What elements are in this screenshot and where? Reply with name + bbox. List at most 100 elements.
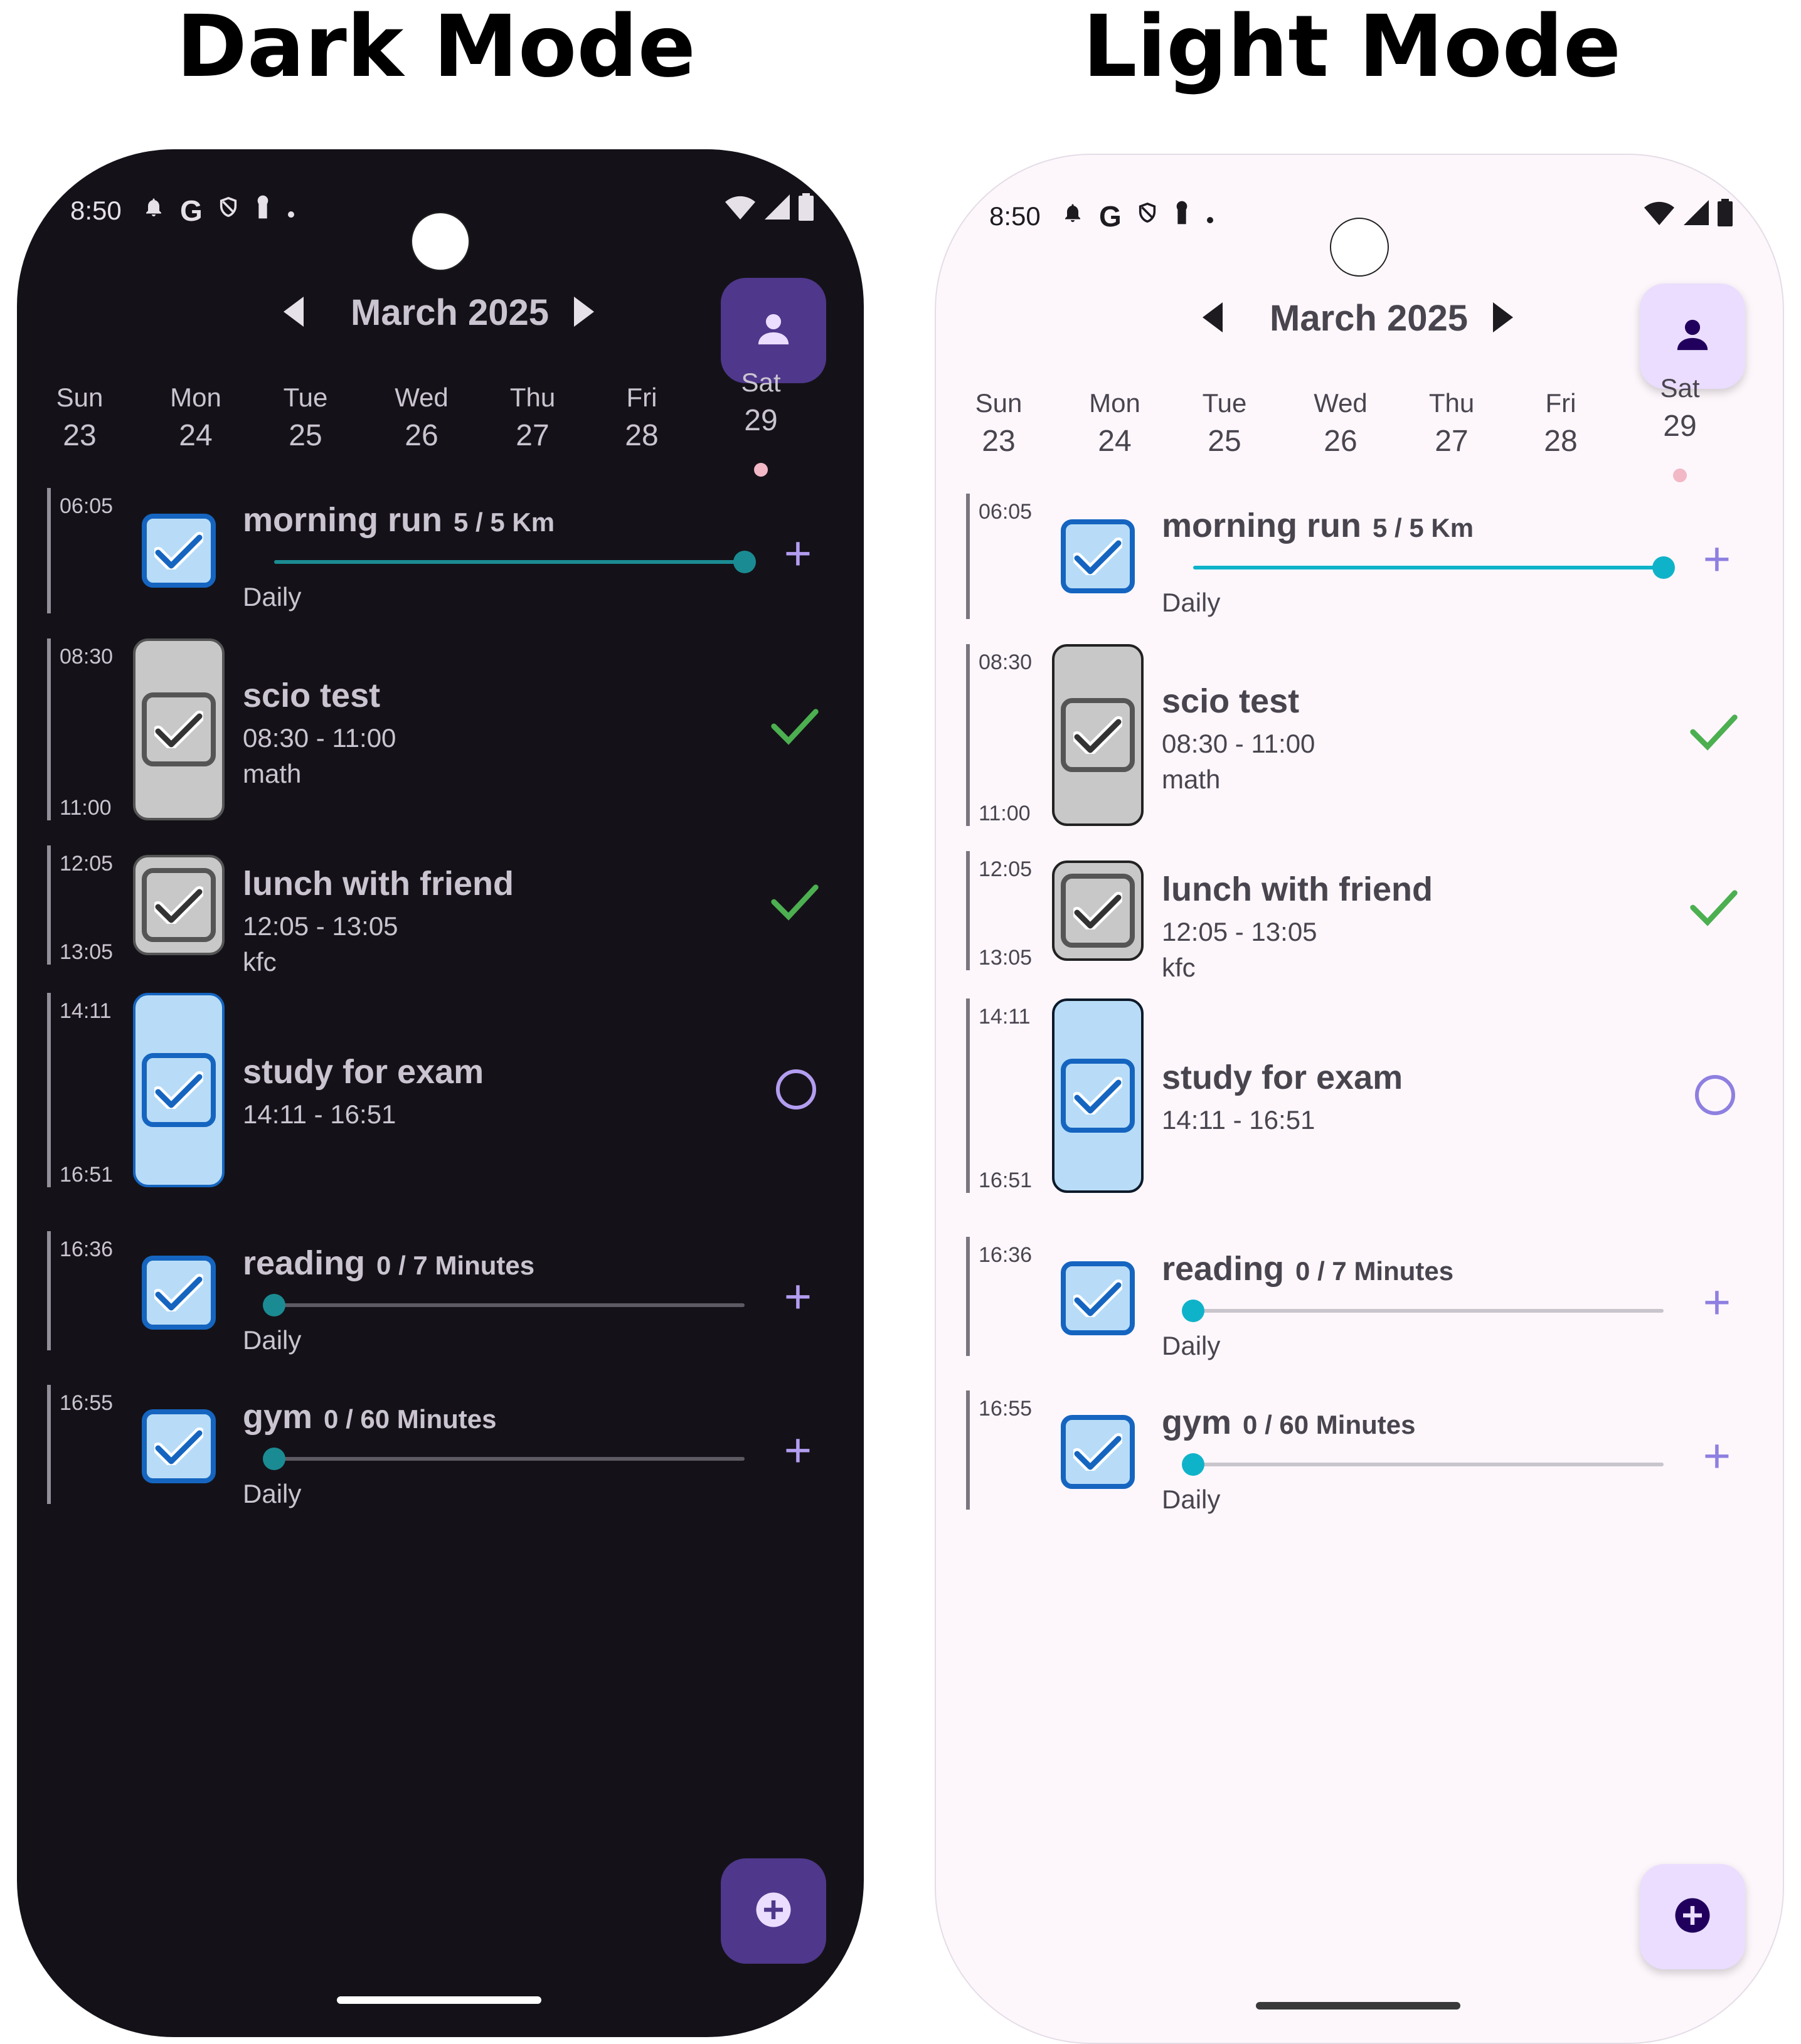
slider-thumb[interactable]	[263, 1448, 285, 1470]
day-tue[interactable]: Tue 25	[1181, 387, 1268, 463]
checkbox-icon	[142, 868, 216, 942]
done-check-icon[interactable]	[770, 704, 826, 755]
increment-button[interactable]: +	[770, 529, 826, 579]
day-sun[interactable]: Sun 23	[36, 381, 124, 458]
task-quantity: 0 / 60 Minutes	[324, 1404, 497, 1434]
day-date: 24	[179, 419, 213, 452]
increment-button[interactable]: +	[1689, 534, 1745, 585]
progress-slider[interactable]	[274, 551, 756, 573]
today-indicator	[754, 463, 768, 477]
day-sat[interactable]: Sat 29	[717, 366, 805, 443]
task-row[interactable]: 08:30 11:00 scio test 08:30 - 11:00 math	[17, 638, 864, 820]
checkbox-icon	[142, 1053, 216, 1127]
task-tile[interactable]	[1052, 1406, 1144, 1498]
task-row[interactable]: 16:36 reading 0 / 7 Minutes Daily +	[936, 1237, 1783, 1360]
task-start-time: 08:30	[60, 645, 114, 669]
slider-thumb[interactable]	[1652, 556, 1675, 579]
task-time-range: 08:30 - 11:00	[1162, 729, 1315, 758]
task-title: reading	[243, 1244, 366, 1282]
slider-thumb[interactable]	[1182, 1300, 1204, 1322]
task-name: scio test	[243, 676, 380, 715]
day-wed[interactable]: Wed 26	[378, 381, 465, 458]
day-thu[interactable]: Thu 27	[489, 381, 576, 458]
chevron-right-icon[interactable]	[1493, 302, 1513, 341]
task-tile[interactable]	[133, 1401, 225, 1492]
done-check-icon[interactable]	[1689, 886, 1745, 936]
phone-light: 8:50 G March 2025 Sun 23 Mon 24 Tue 25 W…	[935, 154, 1784, 2044]
slider-thumb[interactable]	[1182, 1453, 1204, 1476]
task-row[interactable]: 16:55 gym 0 / 60 Minutes Daily +	[17, 1385, 864, 1508]
done-check-icon[interactable]	[1689, 710, 1745, 760]
task-subtitle: kfc	[1162, 953, 1196, 982]
progress-slider[interactable]	[263, 1448, 745, 1470]
task-tile[interactable]	[133, 638, 225, 820]
task-row[interactable]: 06:05 morning run 5 / 5 Km Daily +	[17, 488, 864, 613]
task-tile[interactable]	[133, 993, 225, 1187]
task-start-time: 12:05	[60, 852, 114, 876]
increment-button[interactable]: +	[1689, 1431, 1745, 1481]
done-check-icon[interactable]	[770, 880, 826, 930]
task-tile[interactable]	[1052, 998, 1144, 1193]
day-name: Fri	[626, 383, 657, 412]
pending-circle-icon[interactable]	[776, 1069, 816, 1109]
task-start-time: 16:55	[60, 1391, 114, 1415]
increment-button[interactable]: +	[770, 1272, 826, 1322]
task-row[interactable]: 16:36 reading 0 / 7 Minutes Daily +	[17, 1231, 864, 1355]
task-tile[interactable]	[133, 855, 225, 955]
day-date: 26	[1324, 425, 1357, 458]
progress-slider[interactable]	[1193, 556, 1675, 579]
task-name: morning run 5 / 5 Km	[243, 500, 555, 539]
day-tue[interactable]: Tue 25	[262, 381, 349, 458]
camera-cutout	[411, 212, 470, 271]
task-row[interactable]: 14:11 16:51 study for exam 14:11 - 16:51	[17, 993, 864, 1187]
task-tile[interactable]	[1052, 1252, 1144, 1344]
add-task-button[interactable]	[721, 1858, 826, 1964]
week-strip: Sun 23 Mon 24 Tue 25 Wed 26 Thu 27 Fri 28 Sat 29	[17, 368, 864, 482]
increment-button[interactable]: +	[770, 1426, 826, 1476]
task-row[interactable]: 12:05 13:05 lunch with friend 12:05 - 13:05…	[936, 851, 1783, 982]
task-row[interactable]: 08:30 11:00 scio test 08:30 - 11:00 math	[936, 644, 1783, 826]
day-sun[interactable]: Sun 23	[955, 387, 1043, 463]
chevron-left-icon[interactable]	[1203, 302, 1223, 341]
task-tile[interactable]	[1052, 512, 1144, 600]
day-fri[interactable]: Fri 28	[598, 381, 686, 458]
time-bar	[47, 1231, 51, 1350]
slider-thumb[interactable]	[263, 1294, 285, 1316]
day-mon[interactable]: Mon 24	[152, 381, 240, 458]
signal-icon	[765, 194, 790, 223]
day-sat[interactable]: Sat 29	[1636, 372, 1724, 448]
task-tile[interactable]	[1052, 860, 1144, 961]
increment-button[interactable]: +	[1689, 1278, 1745, 1328]
slider-thumb[interactable]	[733, 551, 756, 573]
progress-slider[interactable]	[263, 1294, 745, 1316]
task-tile[interactable]	[1052, 644, 1144, 826]
checkbox-icon	[1061, 519, 1135, 593]
day-thu[interactable]: Thu 27	[1408, 387, 1496, 463]
task-subtitle: math	[1162, 765, 1221, 794]
add-task-button[interactable]	[1640, 1864, 1745, 1969]
phone-dark: 8:50 G March 2025 Sun 23 Mon 24 Tue 25 W…	[17, 149, 864, 2037]
chevron-right-icon[interactable]	[574, 297, 594, 336]
day-name: Mon	[1089, 388, 1140, 418]
progress-slider[interactable]	[1182, 1300, 1664, 1322]
day-fri[interactable]: Fri 28	[1517, 387, 1605, 463]
task-row[interactable]: 14:11 16:51 study for exam 14:11 - 16:51	[936, 998, 1783, 1193]
home-indicator[interactable]	[337, 1996, 541, 2004]
person-icon	[755, 311, 792, 351]
task-row[interactable]: 12:05 13:05 lunch with friend 12:05 - 13:05…	[17, 845, 864, 977]
task-row[interactable]: 16:55 gym 0 / 60 Minutes Daily +	[936, 1390, 1783, 1514]
pending-circle-icon[interactable]	[1695, 1075, 1735, 1115]
dot-icon	[287, 196, 295, 226]
day-wed[interactable]: Wed 26	[1297, 387, 1384, 463]
task-tile[interactable]	[133, 507, 225, 595]
task-start-time: 16:55	[979, 1397, 1033, 1421]
checkbox-icon	[1061, 698, 1135, 772]
task-tile[interactable]	[133, 1247, 225, 1338]
task-time-range: 08:30 - 11:00	[243, 723, 396, 753]
progress-slider[interactable]	[1182, 1453, 1664, 1476]
task-start-time: 06:05	[60, 494, 114, 518]
day-mon[interactable]: Mon 24	[1071, 387, 1159, 463]
home-indicator[interactable]	[1256, 2002, 1460, 2010]
chevron-left-icon[interactable]	[284, 297, 304, 336]
task-row[interactable]: 06:05 morning run 5 / 5 Km Daily +	[936, 494, 1783, 619]
